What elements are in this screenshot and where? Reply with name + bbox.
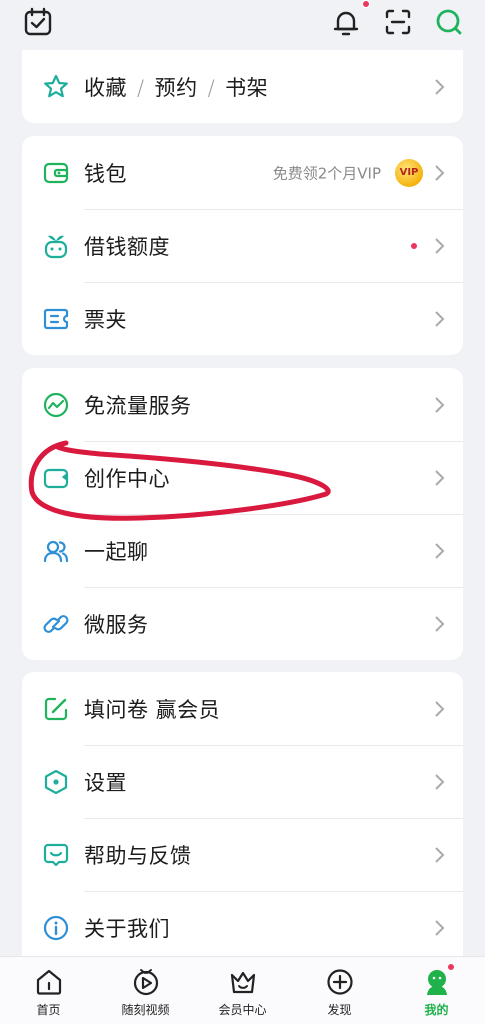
menu-item-label: 微服务 — [84, 612, 149, 637]
hexagon-settings-icon — [44, 769, 68, 794]
wallet-icon — [43, 162, 69, 183]
chevron-right-icon — [435, 164, 445, 181]
reservations-text[interactable]: 预约 — [155, 76, 198, 100]
tab-label: 会员中心 — [218, 1003, 267, 1017]
menu-item-label: 票夹 — [84, 307, 127, 332]
video-camera-icon — [43, 468, 69, 488]
tab-label: 发现 — [327, 1003, 352, 1017]
bottom-tab-bar: 首页 随刻视频 会员中心 发现 我的 — [0, 956, 485, 1024]
separator: / — [207, 75, 216, 100]
top-bar — [0, 0, 485, 48]
chevron-right-icon — [435, 846, 445, 863]
chevron-right-icon — [435, 919, 445, 936]
services-card: 免流量服务 创作中心 一起聊 微服务 — [22, 368, 463, 660]
menu-item-creator-center[interactable]: 创作中心 — [22, 441, 463, 514]
menu-item-label: 关于我们 — [84, 916, 170, 941]
new-dot — [411, 242, 417, 249]
tab-label: 随刻视频 — [121, 1003, 170, 1017]
favorites-text[interactable]: 收藏 — [84, 76, 127, 100]
menu-item-borrow[interactable]: 借钱额度 — [22, 209, 463, 282]
chevron-right-icon — [435, 542, 445, 559]
bell-icon[interactable] — [330, 6, 362, 38]
menu-item-label: 借钱额度 — [84, 234, 170, 259]
menu-item-wallet[interactable]: 钱包 免费领2个月VIP VIP — [22, 136, 463, 209]
people-icon — [43, 540, 69, 562]
help-chat-icon — [43, 843, 69, 866]
menu-item-settings[interactable]: 设置 — [22, 745, 463, 818]
menu-item-label: 免流量服务 — [84, 393, 192, 418]
trend-circle-icon — [43, 392, 69, 417]
plus-circle-icon — [326, 969, 353, 995]
tab-label: 我的 — [424, 1003, 449, 1017]
edit-square-icon — [44, 697, 68, 720]
menu-item-about-us[interactable]: 关于我们 — [22, 891, 463, 956]
separator: / — [137, 75, 145, 100]
chevron-right-icon — [435, 469, 445, 486]
menu-item-help-feedback[interactable]: 帮助与反馈 — [22, 818, 463, 891]
crown-icon — [230, 971, 255, 994]
ticket-icon — [43, 308, 69, 329]
chevron-right-icon — [435, 310, 445, 327]
calendar-check-icon[interactable] — [22, 6, 54, 38]
tab-discover[interactable]: 发现 — [291, 957, 388, 1024]
info-icon — [43, 915, 69, 940]
tab-member-center[interactable]: 会员中心 — [194, 957, 291, 1024]
favorites-label: 收藏 / 预约 / 书架 — [84, 72, 268, 102]
menu-item-free-data[interactable]: 免流量服务 — [22, 368, 463, 441]
play-circle-icon — [133, 969, 158, 996]
sprout-face-icon — [44, 235, 68, 258]
menu-item-label: 帮助与反馈 — [84, 843, 192, 868]
tab-mine[interactable]: 我的 — [388, 957, 485, 1024]
tab-suike-video[interactable]: 随刻视频 — [97, 957, 194, 1024]
avatar-icon — [426, 970, 447, 995]
favorites-row[interactable]: 收藏 / 预约 / 书架 — [22, 50, 463, 123]
menu-item-label: 设置 — [84, 770, 127, 795]
notification-badge — [447, 963, 455, 971]
home-icon — [36, 969, 61, 995]
star-icon — [44, 74, 68, 97]
search-icon[interactable] — [433, 6, 465, 38]
menu-item-survey[interactable]: 填问卷 赢会员 — [22, 672, 463, 745]
notification-badge — [362, 0, 370, 8]
bookshelf-text[interactable]: 书架 — [225, 76, 268, 100]
vip-promo-text: 免费领2个月VIP — [272, 164, 381, 182]
tab-label: 首页 — [36, 1003, 61, 1017]
menu-item-tickets[interactable]: 票夹 — [22, 282, 463, 355]
favorites-card: 收藏 / 预约 / 书架 — [22, 50, 463, 123]
chevron-right-icon — [435, 700, 445, 717]
vip-badge: VIP — [395, 158, 423, 187]
menu-item-label: 创作中心 — [84, 466, 170, 491]
menu-item-label: 填问卷 赢会员 — [84, 697, 221, 722]
menu-item-label: 一起聊 — [84, 539, 149, 564]
menu-item-label: 钱包 — [84, 161, 127, 186]
chevron-right-icon — [435, 773, 445, 790]
chevron-right-icon — [435, 78, 445, 95]
chevron-right-icon — [435, 396, 445, 413]
menu-item-micro-services[interactable]: 微服务 — [22, 587, 463, 660]
menu-item-chat-together[interactable]: 一起聊 — [22, 514, 463, 587]
settings-card: 填问卷 赢会员 设置 帮助与反馈 关于我们 — [22, 672, 463, 956]
chevron-right-icon — [435, 237, 445, 254]
chevron-right-icon — [435, 615, 445, 632]
link-icon — [43, 614, 69, 633]
tab-home[interactable]: 首页 — [0, 957, 97, 1024]
scan-icon[interactable] — [382, 6, 414, 38]
finance-card: 钱包 免费领2个月VIP VIP 借钱额度 票夹 — [22, 136, 463, 355]
